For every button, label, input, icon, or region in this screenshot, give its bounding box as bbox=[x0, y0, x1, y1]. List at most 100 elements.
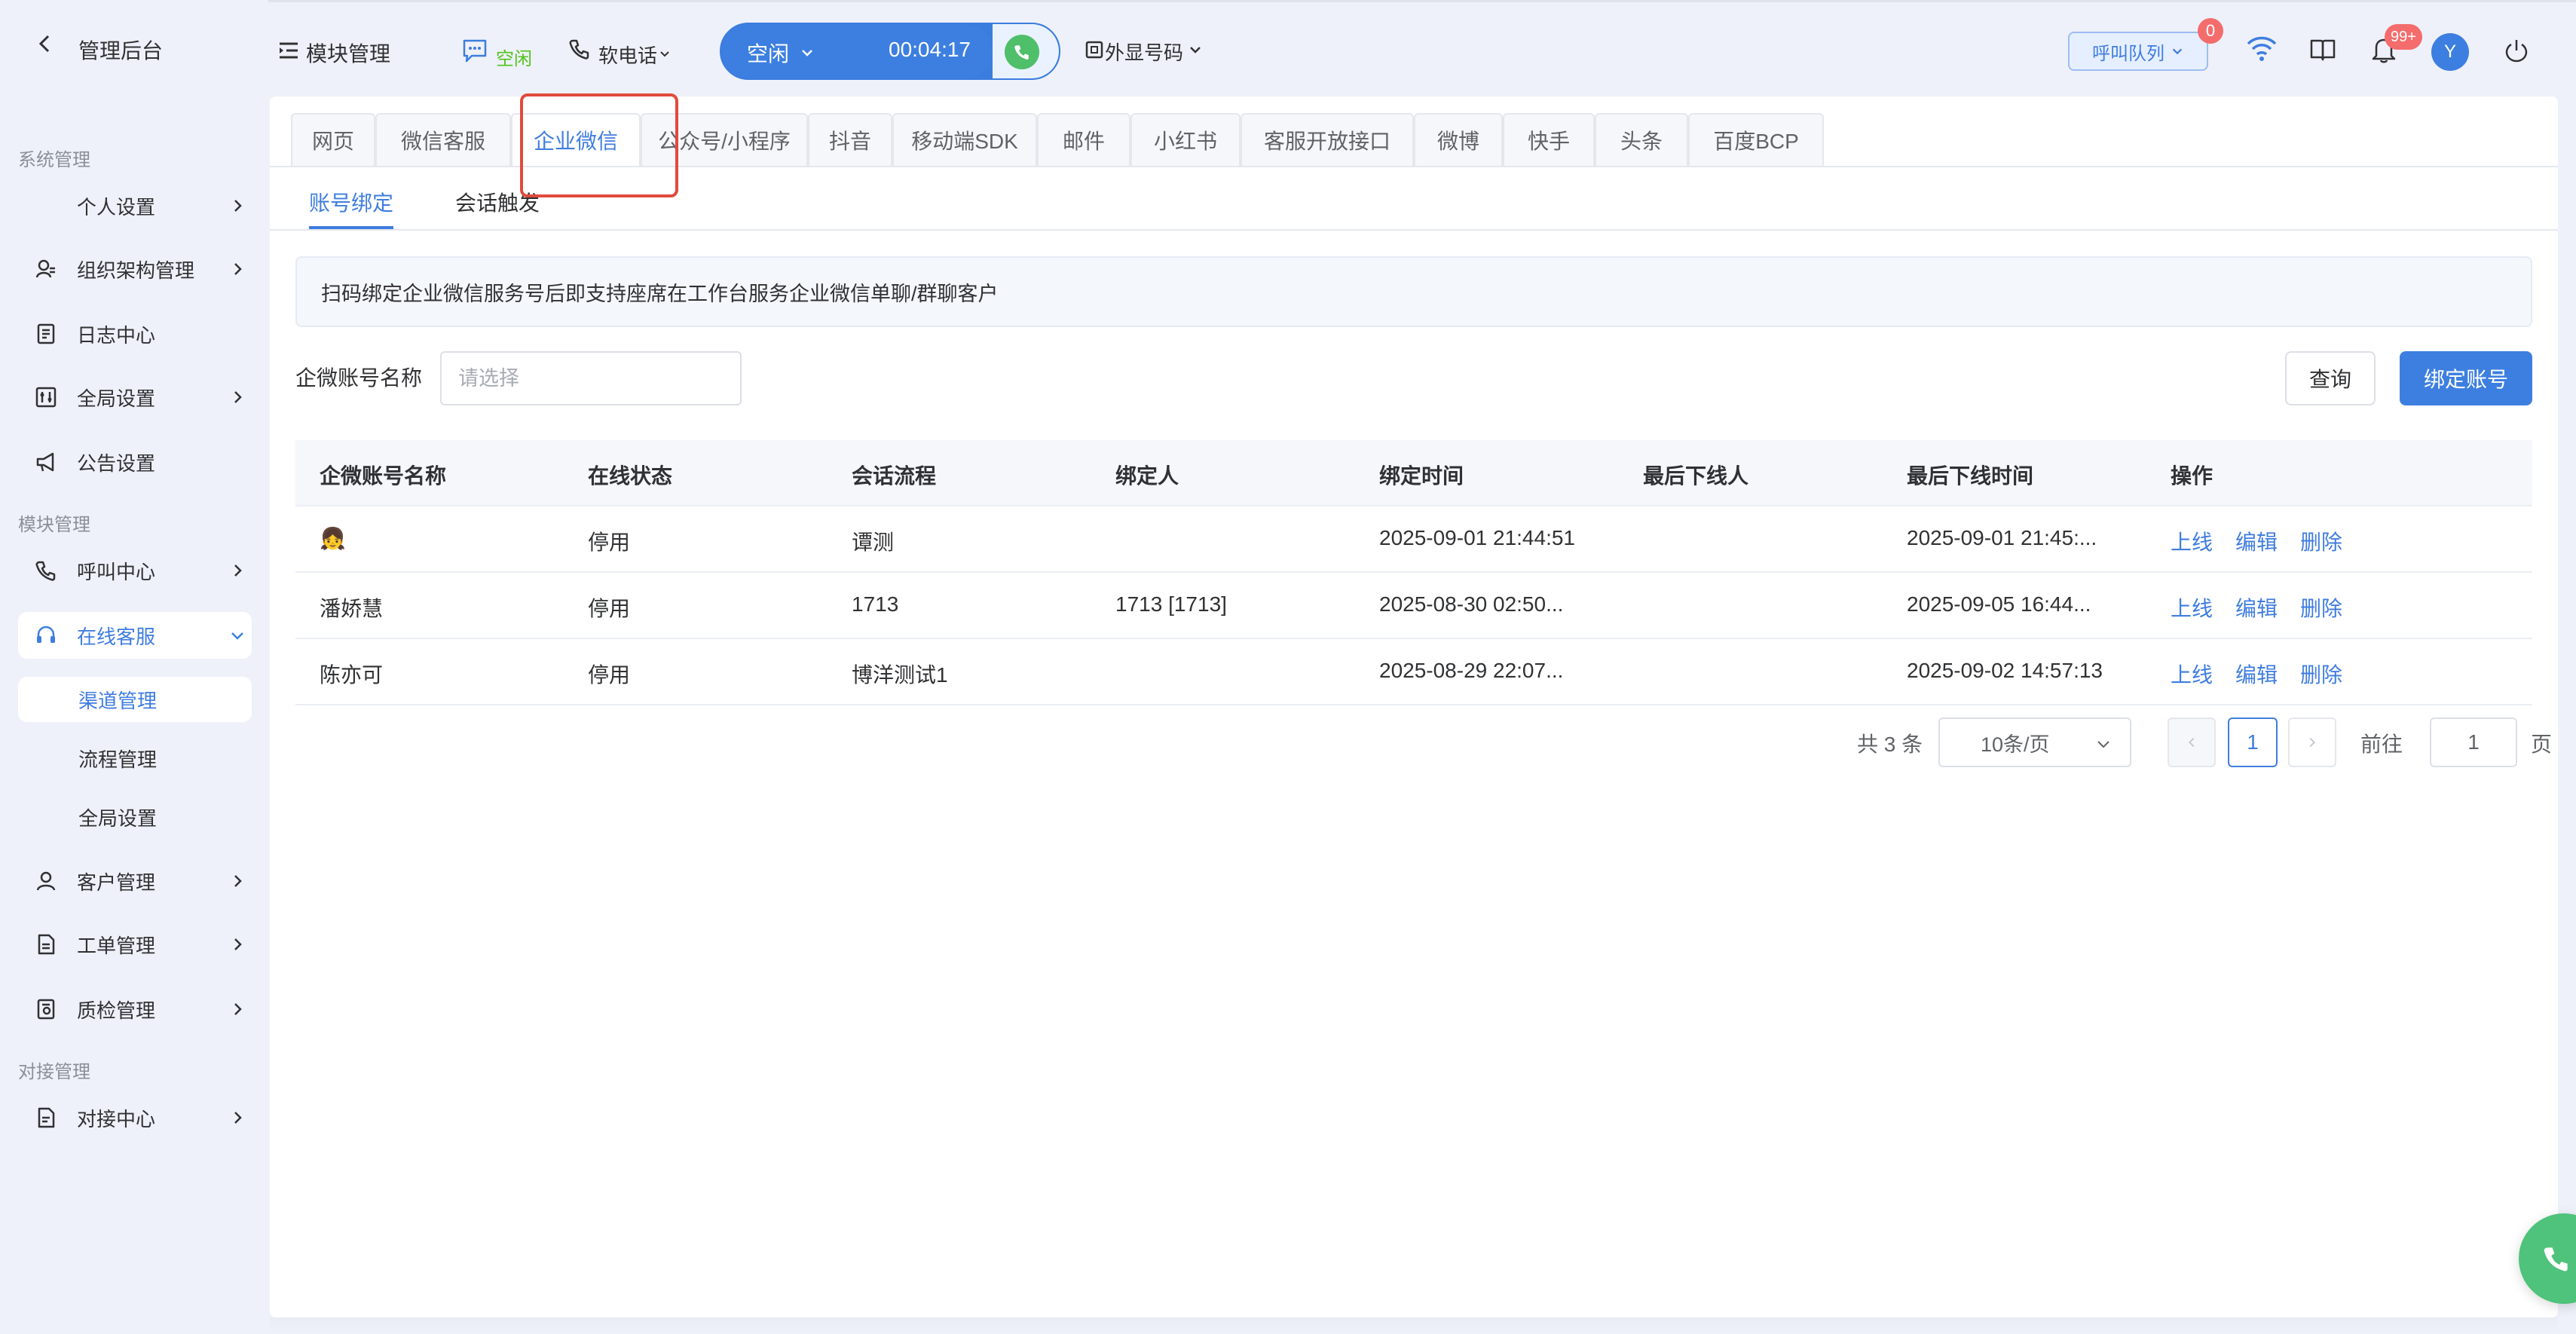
sidebar-item-callcenter[interactable]: 呼叫中心 bbox=[18, 547, 252, 594]
online-link[interactable]: 上线 bbox=[2171, 526, 2213, 556]
sidebar-item-online[interactable]: 在线客服 bbox=[18, 612, 252, 659]
delete-link[interactable]: 删除 bbox=[2300, 592, 2342, 623]
column-header: 在线状态 bbox=[588, 464, 673, 488]
chevron-right-icon bbox=[234, 875, 242, 887]
log-icon bbox=[37, 323, 55, 344]
sidebar-item-flow[interactable]: 流程管理 bbox=[18, 736, 252, 781]
chevron-down-icon bbox=[1190, 47, 1201, 54]
edit-link[interactable]: 编辑 bbox=[2235, 659, 2278, 689]
chevron-right-icon bbox=[234, 565, 242, 577]
headset-icon bbox=[37, 626, 55, 643]
query-button[interactable]: 查询 bbox=[2285, 351, 2376, 405]
sidebar-item-org[interactable]: 组织架构管理 bbox=[18, 246, 252, 292]
tab-baidu-bcp[interactable]: 百度BCP bbox=[1688, 113, 1824, 166]
table-header: 企微账号名称 在线状态 会话流程 绑定人 绑定时间 最后下线人 最后下线时间 操… bbox=[295, 440, 2532, 506]
next-page-button[interactable] bbox=[2288, 717, 2336, 767]
avatar[interactable]: Y bbox=[2431, 33, 2469, 71]
edit-link[interactable]: 编辑 bbox=[2235, 526, 2278, 556]
sidebar-item-label: 流程管理 bbox=[78, 748, 158, 771]
delete-link[interactable]: 删除 bbox=[2300, 526, 2342, 556]
subtabs-divider bbox=[270, 229, 2558, 231]
book-icon[interactable] bbox=[2309, 38, 2336, 62]
cell-last-offline-time: 2025-09-05 16:44... bbox=[1907, 592, 2091, 616]
online-link[interactable]: 上线 bbox=[2171, 659, 2213, 689]
sidebar-item-label: 个人设置 bbox=[77, 195, 156, 219]
page-size-value: 10条/页 bbox=[1981, 733, 2050, 756]
chevron-right-icon bbox=[234, 200, 242, 212]
sidebar-item-label: 呼叫中心 bbox=[77, 560, 156, 583]
tab-kuaishou[interactable]: 快手 bbox=[1503, 113, 1595, 166]
sidebar-item-label: 渠道管理 bbox=[78, 689, 158, 712]
chat-status-text[interactable]: 空闲 bbox=[496, 44, 532, 70]
sidebar-item-label: 全局设置 bbox=[78, 806, 158, 830]
chat-status-icon bbox=[463, 39, 487, 63]
prev-page-button[interactable] bbox=[2168, 717, 2216, 767]
group-module: 模块管理 bbox=[18, 515, 90, 535]
sidebar-item-global-sub[interactable]: 全局设置 bbox=[18, 794, 252, 840]
power-icon[interactable] bbox=[2504, 38, 2529, 63]
sidebar-item-customer[interactable]: 客户管理 bbox=[18, 858, 252, 904]
notification-badge: 99+ bbox=[2385, 24, 2422, 50]
sidebar-item-channel[interactable]: 渠道管理 bbox=[18, 677, 252, 722]
caller-id-icon bbox=[1085, 41, 1103, 59]
status-dropdown[interactable]: 空闲 00:04:17 bbox=[721, 24, 993, 78]
softphone-icon bbox=[569, 39, 589, 60]
column-header: 会话流程 bbox=[852, 464, 937, 488]
column-header: 操作 bbox=[2171, 464, 2213, 488]
chevron-left-icon bbox=[2189, 737, 2195, 748]
cell-flow: 谭测 bbox=[852, 531, 895, 554]
cell-flow: 博洋测试1 bbox=[852, 663, 948, 687]
delete-link[interactable]: 删除 bbox=[2300, 659, 2342, 689]
cell-last-offline-time: 2025-09-02 14:57:13 bbox=[1907, 659, 2103, 682]
cell-status: 停用 bbox=[588, 597, 631, 620]
bind-account-button[interactable]: 绑定账号 bbox=[2400, 351, 2532, 405]
caller-id-label[interactable]: 外显号码 bbox=[1105, 38, 1183, 66]
sidebar-item-personal[interactable]: 个人设置 bbox=[18, 182, 252, 229]
module-management-title: 模块管理 bbox=[306, 42, 391, 66]
menu-fold-icon[interactable] bbox=[277, 39, 300, 62]
tab-wechat-service[interactable]: 微信客服 bbox=[375, 113, 511, 166]
subtab-account-binding[interactable]: 账号绑定 bbox=[309, 187, 393, 217]
tab-toutiao[interactable]: 头条 bbox=[1595, 113, 1688, 166]
edit-link[interactable]: 编辑 bbox=[2235, 592, 2278, 623]
page-suffix: 页 bbox=[2531, 733, 2553, 756]
tab-douyin[interactable]: 抖音 bbox=[808, 113, 892, 166]
table-row: 陈亦可 停用 博洋测试1 2025-08-29 22:07... 2025-09… bbox=[295, 639, 2532, 705]
page-size-select[interactable]: 10条/页 bbox=[1938, 717, 2131, 767]
cell-bind-time: 2025-08-30 02:50... bbox=[1379, 592, 1564, 616]
sidebar-item-label: 组织架构管理 bbox=[77, 259, 195, 282]
account-name-select[interactable] bbox=[440, 351, 742, 405]
tab-mobile-sdk[interactable]: 移动端SDK bbox=[892, 113, 1037, 166]
call-queue-label: 呼叫队列 bbox=[2092, 43, 2165, 64]
chevron-right-icon bbox=[234, 263, 242, 275]
sidebar-item-notice[interactable]: 公告设置 bbox=[18, 439, 252, 485]
quality-check-icon bbox=[37, 999, 55, 1020]
goto-page-input[interactable] bbox=[2430, 717, 2517, 767]
online-link[interactable]: 上线 bbox=[2171, 592, 2213, 623]
sidebar-item-label: 日志中心 bbox=[77, 323, 156, 347]
sidebar-item-global[interactable]: 全局设置 bbox=[18, 374, 252, 421]
sidebar-item-integration[interactable]: 对接中心 bbox=[18, 1094, 252, 1141]
cell-binder: 1713 [1713] bbox=[1115, 592, 1227, 616]
table-row: 👧 停用 谭测 2025-09-01 21:44:51 2025-09-01 2… bbox=[295, 506, 2532, 573]
tab-webpage[interactable]: 网页 bbox=[291, 113, 375, 166]
tab-weibo[interactable]: 微博 bbox=[1414, 113, 1503, 166]
sidebar-item-log[interactable]: 日志中心 bbox=[18, 311, 252, 357]
column-header: 最后下线时间 bbox=[1907, 464, 2034, 488]
settings-icon bbox=[35, 387, 57, 408]
document-icon bbox=[38, 1107, 55, 1128]
column-header: 绑定时间 bbox=[1379, 464, 1464, 488]
tab-open-api[interactable]: 客服开放接口 bbox=[1241, 113, 1414, 166]
sidebar-item-qc[interactable]: 质检管理 bbox=[18, 986, 252, 1033]
cell-account-name: 陈亦可 bbox=[320, 663, 384, 687]
chevron-right-icon bbox=[234, 391, 242, 403]
sidebar-item-ticket[interactable]: 工单管理 bbox=[18, 921, 252, 968]
softphone-label[interactable]: 软电话 bbox=[598, 41, 657, 69]
tab-xiaohongshu[interactable]: 小红书 bbox=[1130, 113, 1241, 166]
answer-call-button[interactable] bbox=[1005, 35, 1039, 69]
agent-status-text: 空闲 bbox=[747, 42, 790, 66]
call-queue-dropdown[interactable]: 呼叫队列 bbox=[2068, 32, 2208, 71]
page-number-current[interactable]: 1 bbox=[2228, 717, 2278, 767]
back-icon[interactable] bbox=[36, 33, 54, 54]
tab-email[interactable]: 邮件 bbox=[1037, 113, 1130, 166]
